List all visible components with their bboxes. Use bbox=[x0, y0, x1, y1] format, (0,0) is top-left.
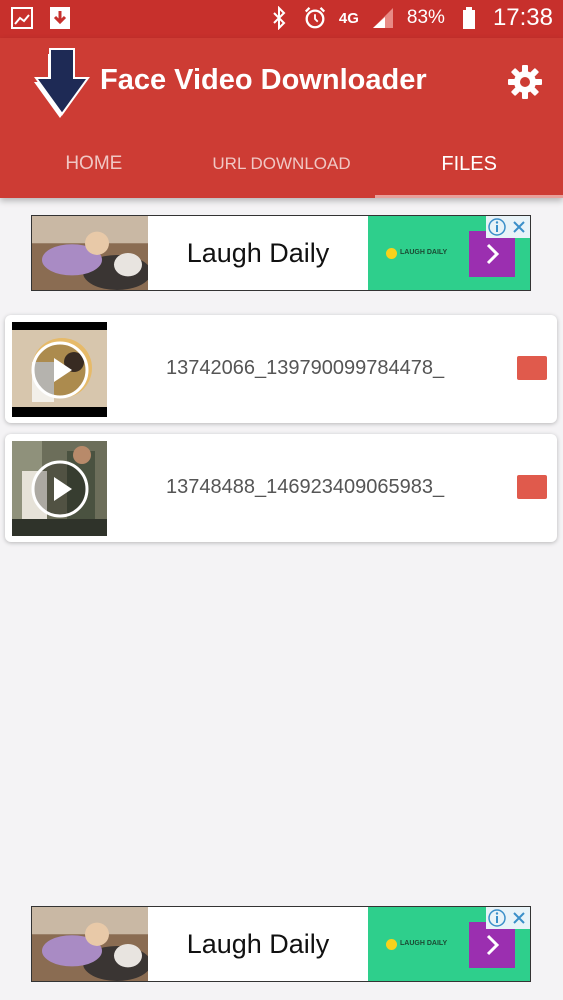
clock: 17:38 bbox=[492, 4, 553, 31]
delete-button[interactable] bbox=[517, 475, 547, 499]
battery-percent: 83% bbox=[406, 7, 445, 28]
app-bar: Face Video Downloader HOME URL DOWNLOAD … bbox=[0, 38, 563, 198]
app-title: Face Video Downloader bbox=[100, 64, 427, 96]
chevron-right-icon bbox=[486, 934, 500, 956]
ad-brand: LAUGH DAILY bbox=[400, 249, 448, 256]
video-thumbnail bbox=[12, 441, 107, 536]
ad-photo bbox=[32, 907, 148, 981]
tab-bar: HOME URL DOWNLOAD FILES bbox=[0, 130, 563, 198]
gallery-icon bbox=[10, 6, 34, 30]
bluetooth-icon bbox=[267, 6, 291, 30]
delete-button[interactable] bbox=[517, 356, 547, 380]
ad-text: Laugh Daily bbox=[186, 237, 330, 268]
alarm-icon bbox=[303, 6, 327, 30]
status-bar: 4G 83% 17:38 bbox=[0, 0, 563, 38]
file-name: 13748488_146923409065983_ bbox=[166, 476, 445, 498]
signal-icon bbox=[371, 6, 395, 30]
laugh-emoji-icon bbox=[386, 248, 397, 259]
list-item[interactable]: 13748488_146923409065983_ bbox=[5, 434, 557, 542]
ad-banner-bottom[interactable]: Laugh Daily LAUGH DAILY bbox=[31, 906, 531, 982]
tab-url-download[interactable]: URL DOWNLOAD bbox=[188, 130, 376, 198]
network-type: 4G bbox=[338, 9, 359, 27]
tab-home[interactable]: HOME bbox=[0, 130, 188, 198]
list-item[interactable]: 13742066_139790099784478_ bbox=[5, 315, 557, 423]
battery-icon bbox=[457, 6, 481, 30]
tab-files[interactable]: FILES bbox=[375, 130, 563, 198]
laugh-emoji-icon bbox=[386, 939, 397, 950]
video-thumbnail bbox=[12, 322, 107, 417]
info-icon[interactable] bbox=[486, 907, 508, 929]
download-icon bbox=[48, 6, 72, 30]
gear-icon[interactable] bbox=[507, 64, 543, 100]
ad-banner-top[interactable]: Laugh Daily LAUGH DAILY bbox=[31, 215, 531, 291]
chevron-right-icon bbox=[486, 243, 500, 265]
ad-brand: LAUGH DAILY bbox=[400, 940, 448, 947]
play-icon bbox=[31, 341, 89, 399]
close-icon[interactable] bbox=[508, 907, 530, 929]
info-icon[interactable] bbox=[486, 216, 508, 238]
ad-photo bbox=[32, 216, 148, 290]
play-icon bbox=[31, 460, 89, 518]
close-icon[interactable] bbox=[508, 216, 530, 238]
download-arrow-icon bbox=[34, 48, 90, 118]
ad-text: Laugh Daily bbox=[186, 928, 330, 959]
file-name: 13742066_139790099784478_ bbox=[166, 357, 445, 379]
